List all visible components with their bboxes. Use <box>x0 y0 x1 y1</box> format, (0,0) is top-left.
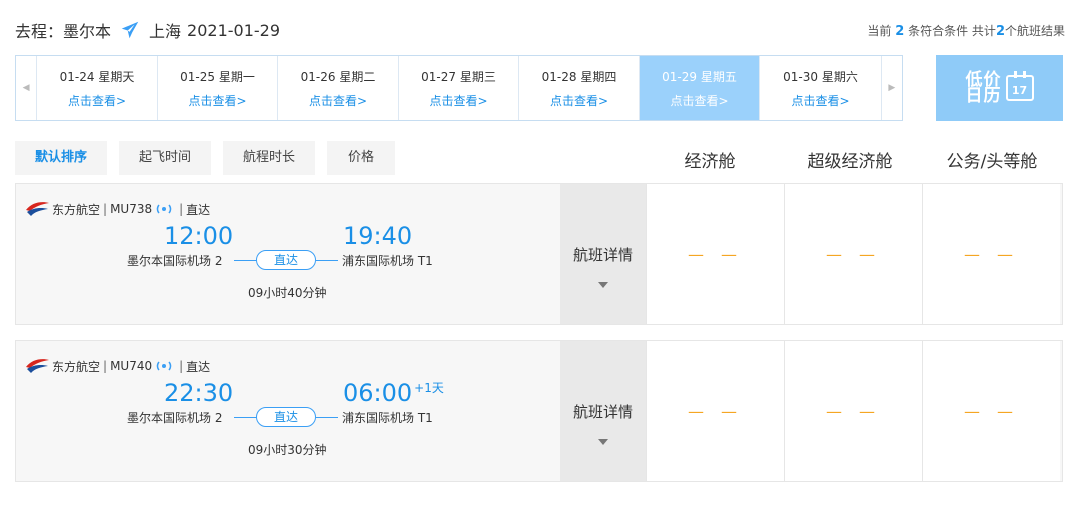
sort-bar: 默认排序 起飞时间 航程时长 价格 <box>15 141 407 175</box>
date-cell-0130[interactable]: 01-30 星期六点击查看> <box>760 56 881 120</box>
departure-time: 22:30 <box>164 379 234 407</box>
date-view-link[interactable]: 点击查看> <box>640 92 760 109</box>
date-view-link[interactable]: 点击查看> <box>158 92 278 109</box>
flight-number: MU738 <box>110 202 153 216</box>
next-dates-button[interactable]: ▶ <box>880 56 902 120</box>
cabin-economy-header: 经济舱 <box>684 152 736 172</box>
china-eastern-logo-icon <box>26 202 49 216</box>
departure-airport: 墨尔本国际机场 2 <box>127 254 223 268</box>
date-cell-0124[interactable]: 01-24 星期天点击查看> <box>37 56 158 120</box>
arrival-time-value: 06:00 <box>343 379 413 407</box>
date-cells: 01-24 星期天点击查看> 01-25 星期一点击查看> 01-26 星期二点… <box>37 56 881 120</box>
total-count: 2 <box>995 24 1005 39</box>
arrival-time-value: 19:40 <box>343 222 413 250</box>
wifi-icon <box>156 204 172 214</box>
chevron-down-icon <box>598 439 608 445</box>
cabin-business-first-header: 公务/头等舱 <box>946 152 1038 172</box>
flight-type: 直达 <box>186 359 211 374</box>
wifi-icon <box>156 361 172 371</box>
price-premium-economy[interactable]: — — <box>784 341 922 481</box>
price-economy[interactable]: — — <box>646 184 784 324</box>
airplane-icon <box>119 19 141 41</box>
arrival-airport: 浦东国际机场 T1 <box>342 411 433 425</box>
date-label: 01-27 星期三 <box>421 70 496 84</box>
search-header: 去程：墨尔本 上海 2021-01-29 当前 2 条符合条件 共计2个航班结果 <box>15 18 1065 44</box>
price-business-first[interactable]: — — <box>922 341 1060 481</box>
date-cell-0128[interactable]: 01-28 星期四点击查看> <box>519 56 640 120</box>
cabin-premium-economy-header: 超级经济舱 <box>807 152 893 172</box>
date-label: 01-24 星期天 <box>59 70 135 84</box>
result-count-suffix: 个航班结果 <box>1004 24 1065 38</box>
arrival-time: 19:40 <box>343 222 414 250</box>
price-premium-economy[interactable]: — — <box>784 184 922 324</box>
flight-type: 直达 <box>186 202 211 217</box>
departure-time: 12:00 <box>164 222 234 250</box>
flight-details-button[interactable]: 航班详情 <box>560 341 646 481</box>
chevron-down-icon <box>598 282 608 288</box>
flight-details-label: 航班详情 <box>572 246 633 264</box>
date-cell-0127[interactable]: 01-27 星期三点击查看> <box>399 56 520 120</box>
prev-dates-button[interactable]: ◀ <box>16 56 38 120</box>
airline-name: 东方航空 <box>52 359 101 374</box>
result-count: 当前 2 条符合条件 共计2个航班结果 <box>867 22 1065 39</box>
date-label: 01-28 星期四 <box>541 70 617 84</box>
calendar-icon: 17 <box>1005 71 1034 101</box>
route-title: 去程：墨尔本 上海 2021-01-29 <box>15 18 280 42</box>
china-eastern-logo-icon <box>26 359 49 373</box>
flight-duration: 09小时30分钟 <box>248 443 327 457</box>
date-view-link[interactable]: 点击查看> <box>760 92 881 109</box>
date-view-link[interactable]: 点击查看> <box>399 92 519 109</box>
route-line-right <box>316 417 338 418</box>
trip-origin-label: 去程：墨尔本 <box>15 22 112 41</box>
trip-date: 2021-01-29 <box>187 20 281 40</box>
direct-badge: 直达 <box>256 407 316 427</box>
airline-info: 东方航空 | MU738 | 直达 <box>24 200 210 218</box>
result-count-mid: 条符合条件 共计 <box>908 24 996 38</box>
plus-day: +1天 <box>414 381 444 395</box>
departure-airport: 墨尔本国际机场 2 <box>127 411 223 425</box>
airline-info: 东方航空 | MU740 | 直达 <box>24 357 210 375</box>
date-view-link[interactable]: 点击查看> <box>278 92 398 109</box>
sort-departure-time-button[interactable]: 起飞时间 <box>119 141 211 175</box>
sort-duration-button[interactable]: 航程时长 <box>223 141 315 175</box>
date-view-link[interactable]: 点击查看> <box>519 92 639 109</box>
flight-details-label: 航班详情 <box>572 403 633 421</box>
route-line-left <box>234 260 258 261</box>
route-line-right <box>316 260 338 261</box>
chevron-left-icon: ◀ <box>22 83 30 93</box>
sort-price-button[interactable]: 价格 <box>327 141 395 175</box>
date-cell-0125[interactable]: 01-25 星期一点击查看> <box>158 56 279 120</box>
price-economy[interactable]: — — <box>646 341 784 481</box>
date-label: 01-25 星期一 <box>180 70 255 84</box>
date-label: 01-30 星期六 <box>783 70 858 84</box>
direct-badge: 直达 <box>256 250 316 270</box>
chevron-right-icon: ▶ <box>888 83 896 93</box>
flight-number: MU740 <box>110 359 153 373</box>
lowprice-calendar-button[interactable]: 低价日历 17 <box>936 55 1063 121</box>
arrival-time: 06:00 +1天 <box>343 379 444 407</box>
price-business-first[interactable]: — — <box>922 184 1060 324</box>
date-cell-0129-selected[interactable]: 01-29 星期五点击查看> <box>639 56 761 120</box>
date-label: 01-29 星期五 <box>662 70 737 84</box>
flight-card: 东方航空 | MU738 | 直达 12:00 19:40 墨尔本国际机场 2 … <box>15 183 1063 325</box>
result-count-prefix: 当前 <box>867 24 892 38</box>
trip-destination: 上海 <box>149 22 182 41</box>
arrival-airport: 浦东国际机场 T1 <box>342 254 433 268</box>
date-label: 01-26 星期二 <box>300 70 376 84</box>
calendar-day: 17 <box>1011 84 1028 97</box>
route-line-left <box>234 417 258 418</box>
airline-name: 东方航空 <box>52 202 101 217</box>
lowprice-calendar-label: 低价日历 <box>965 70 1002 106</box>
date-view-link[interactable]: 点击查看> <box>37 92 157 109</box>
flight-card: 东方航空 | MU740 | 直达 22:30 06:00 +1天 墨尔本国际机场… <box>15 340 1063 482</box>
flight-duration: 09小时40分钟 <box>248 286 327 300</box>
flight-details-button[interactable]: 航班详情 <box>560 184 646 324</box>
date-selector: ◀ 01-24 星期天点击查看> 01-25 星期一点击查看> 01-26 星期… <box>15 55 903 121</box>
date-cell-0126[interactable]: 01-26 星期二点击查看> <box>278 56 399 120</box>
matching-count: 2 <box>895 24 905 39</box>
sort-default-button[interactable]: 默认排序 <box>15 141 107 175</box>
